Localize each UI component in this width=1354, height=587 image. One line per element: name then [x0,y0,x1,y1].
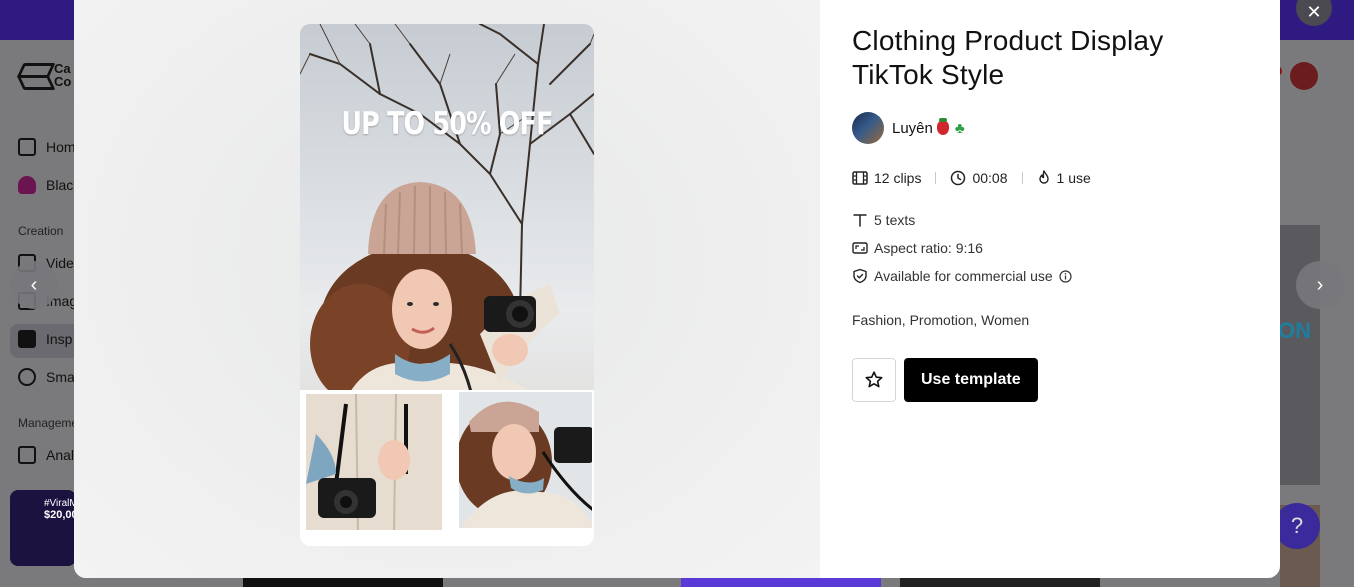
author-name-text: Luyên [892,119,933,137]
clock-icon [951,170,966,186]
chevron-right-icon: › [1316,273,1324,296]
background-card-text: ON [1278,318,1311,343]
background-template-card[interactable] [243,578,443,587]
magic-wand-icon [18,368,36,386]
template-preview[interactable]: UP TO 50% OFF [300,24,594,546]
close-icon: ✕ [1306,1,1322,22]
detail-aspect-ratio: Aspect ratio: 9:16 [852,234,1248,262]
detail-texts: 5 texts [852,206,1248,234]
woman-portrait-graphic [459,392,592,528]
aspect-ratio-icon [852,242,868,254]
aspect-ratio-value: Aspect ratio: 9:16 [874,240,983,256]
sidebar-item-home[interactable]: Hom [18,138,76,156]
woman-with-camera-graphic [310,182,560,414]
template-actions: Use template [852,358,1248,402]
sidebar-item-label: Hom [46,139,76,155]
stat-divider [935,172,937,184]
clover-icon: ♣ [954,119,965,137]
preview-pane: UP TO 50% OFF [74,0,820,578]
chevron-left-icon: ‹ [30,273,38,296]
collage-image-right [457,390,594,530]
author-name[interactable]: Luyên ♣ [892,117,965,137]
analytics-icon [18,446,36,464]
user-avatar[interactable] [1290,62,1318,90]
sidebar-section-management: Manageme [18,416,79,430]
use-template-button[interactable]: Use template [904,358,1038,402]
film-icon [852,171,868,185]
detail-commercial-use: Available for commercial use [852,262,1248,290]
stat-duration: 00:08 [950,170,1008,186]
star-icon [865,371,883,388]
favorite-button[interactable] [852,358,896,402]
info-icon[interactable] [1059,269,1072,283]
template-details: 5 texts Aspect ratio: 9:16 Available for… [852,206,1248,290]
uses-count: 1 use [1056,170,1091,186]
next-template-button[interactable]: › [1296,261,1344,309]
sidebar-item-smart-tools[interactable]: Sma [18,368,75,386]
background-template-card[interactable] [900,578,1100,587]
template-detail-modal: UP TO 50% OFF Clothing Product Display T… [74,0,1280,578]
app-logo: Ca Co [18,62,71,88]
template-title: Clothing Product Display TikTok Style [852,25,1164,90]
text-icon [853,214,867,227]
help-button[interactable]: ? [1274,503,1320,549]
template-stats: 12 clips 00:08 1 use [852,170,1248,186]
flame-icon [1038,170,1049,184]
sidebar-item-label: Insp [46,331,73,347]
collage-image-left [304,392,444,532]
author-avatar[interactable] [852,112,884,144]
sidebar-item-label: Anal [46,447,75,463]
stat-clips: 12 clips [852,170,921,186]
promo-hashtag: #ViralM [44,498,78,509]
clips-count: 12 clips [874,170,922,186]
help-icon: ? [1290,513,1304,538]
promo-amount: $20,00 [44,509,78,521]
home-icon [18,138,36,156]
duration-value: 00:08 [972,170,1008,186]
sidebar-item-label: Sma [46,369,75,385]
preview-collage [300,390,594,546]
inspiration-icon [18,330,36,348]
shield-check-icon [853,268,867,284]
sidebar-item-inspiration[interactable]: Insp [18,330,72,348]
strawberry-icon [936,117,949,135]
commercial-use-label: Available for commercial use [874,268,1053,284]
sidebar-item-black-friday[interactable]: Blac [18,176,73,194]
stat-uses: 1 use [1037,170,1091,186]
preview-headline: UP TO 50% OFF [341,106,553,142]
background-template-card[interactable] [681,578,881,587]
author[interactable]: Luyên ♣ [852,112,1248,144]
stat-divider [1021,172,1023,184]
sidebar-section-creation: Creation [18,224,64,238]
sidebar-item-label: Blac [46,177,74,193]
logo-icon [18,62,48,88]
coat-and-camera-graphic [306,394,442,530]
previous-template-button[interactable]: ‹ [10,261,58,309]
sidebar-item-analytics[interactable]: Anal [18,446,74,464]
promo-card[interactable]: #ViralM $20,00 [10,490,78,566]
bag-icon [18,176,36,194]
template-tags: Fashion, Promotion, Women [852,312,1030,328]
template-info-panel: Clothing Product Display TikTok Style Lu… [820,0,1280,578]
logo-text-line-2: Co [54,74,72,89]
texts-count: 5 texts [874,212,916,228]
